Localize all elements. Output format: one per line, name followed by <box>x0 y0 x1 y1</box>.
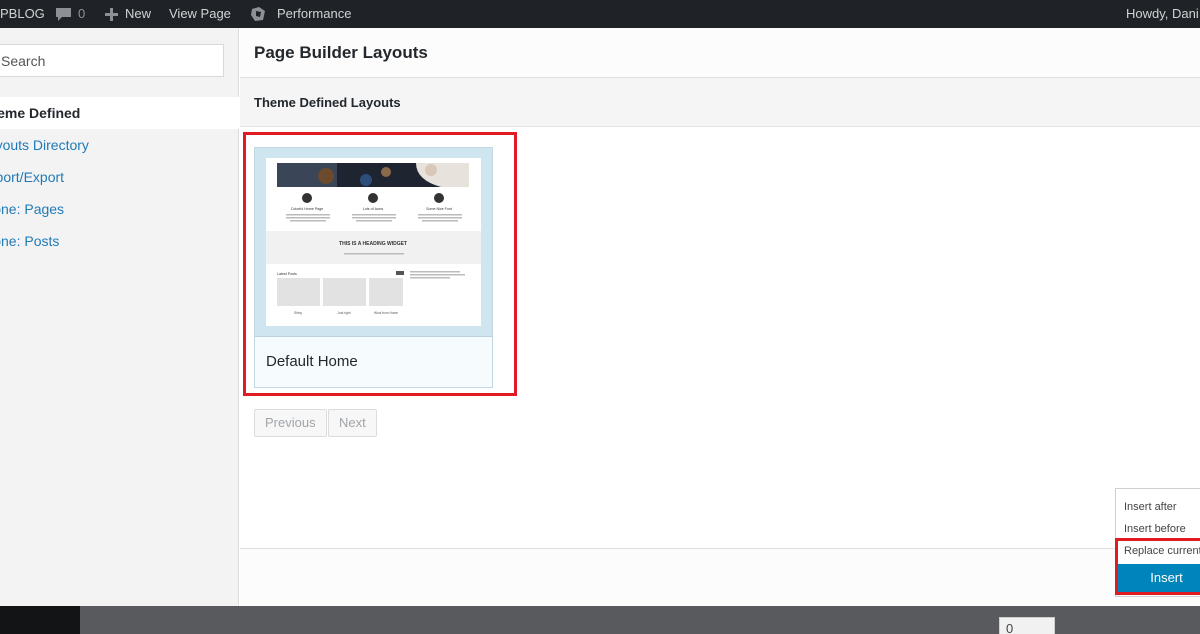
layout-thumbnail: Colorful Home Page Lots of Icons Some Ni… <box>255 148 492 337</box>
search-placeholder: Search <box>1 53 46 69</box>
thumb-caption-1: Shiny <box>294 311 302 315</box>
thumb-caption-3: Work from Home <box>374 311 398 315</box>
next-button[interactable]: Next <box>328 409 377 437</box>
layouts-modal: Search Theme Defined Layouts Directory I… <box>0 28 1200 606</box>
comment-icon <box>55 7 72 22</box>
section-title: Theme Defined Layouts <box>254 95 401 110</box>
thumb-feature-3: Some Nice Font <box>426 207 452 211</box>
option-insert-after[interactable]: Insert after <box>1124 501 1177 513</box>
performance-icon <box>249 6 267 22</box>
sidebar-item-clone-pages[interactable]: Clone: Pages <box>0 193 239 225</box>
admin-bar: PBLOG 0 New View Page Performance Howdy,… <box>0 0 1200 28</box>
section-header: Theme Defined Layouts <box>240 78 1200 127</box>
modal-header: Page Builder Layouts <box>240 28 1200 78</box>
layout-name: Default Home <box>266 353 358 370</box>
view-page-link[interactable]: View Page <box>169 0 231 28</box>
comments-link[interactable]: 0 <box>55 0 85 28</box>
layout-card-default-home[interactable]: Colorful Home Page Lots of Icons Some Ni… <box>254 147 493 388</box>
sidebar-item-label: Theme Defined <box>0 105 81 121</box>
layouts-main: Page Builder Layouts Theme Defined Layou… <box>240 28 1200 606</box>
background-admin-menu <box>0 606 80 634</box>
performance-link[interactable]: Performance <box>249 0 351 28</box>
view-page-label: View Page <box>169 6 231 21</box>
site-name: PBLOG <box>0 6 45 21</box>
sidebar-item-import-export[interactable]: Import/Export <box>0 161 239 193</box>
option-insert-before[interactable]: Insert before <box>1124 523 1186 535</box>
search-input[interactable]: Search <box>0 44 224 77</box>
sidebar-item-layouts-directory[interactable]: Layouts Directory <box>0 129 239 161</box>
thumb-heading-widget: THIS IS A HEADING WIDGET <box>339 241 407 247</box>
thumb-feature-2: Lots of Icons <box>363 207 384 211</box>
previous-button[interactable]: Previous <box>254 409 327 437</box>
sidebar-item-clone-posts[interactable]: Clone: Posts <box>0 225 239 257</box>
thumb-feature-1: Colorful Home Page <box>291 207 323 211</box>
sidebar-item-label: Clone: Pages <box>0 201 65 217</box>
sidebar-item-label: Layouts Directory <box>0 137 89 153</box>
thumb-caption-2: Just right <box>338 311 351 315</box>
new-content-link[interactable]: New <box>104 0 151 28</box>
modal-footer <box>240 548 1200 606</box>
sidebar-item-label: Clone: Posts <box>0 233 60 249</box>
new-label: New <box>125 6 152 21</box>
page-title: Page Builder Layouts <box>254 43 428 62</box>
background-number-field: 0 <box>999 617 1055 634</box>
insert-button[interactable]: Insert <box>1118 564 1200 592</box>
sidebar-item-theme-defined[interactable]: Theme Defined <box>0 97 239 129</box>
layouts-sidebar: Search Theme Defined Layouts Directory I… <box>0 28 239 606</box>
site-name-link[interactable]: PBLOG <box>0 0 45 28</box>
greeting-text: Howdy, Dani <box>1126 6 1199 21</box>
layout-preview-image: Colorful Home Page Lots of Icons Some Ni… <box>266 158 481 326</box>
sidebar-item-label: Import/Export <box>0 169 65 185</box>
thumb-recent-label: Latest Posts <box>277 272 297 276</box>
comments-count: 0 <box>78 6 86 21</box>
performance-label: Performance <box>277 6 352 21</box>
account-menu[interactable]: Howdy, Dani <box>1126 0 1199 28</box>
plus-icon <box>104 7 119 22</box>
